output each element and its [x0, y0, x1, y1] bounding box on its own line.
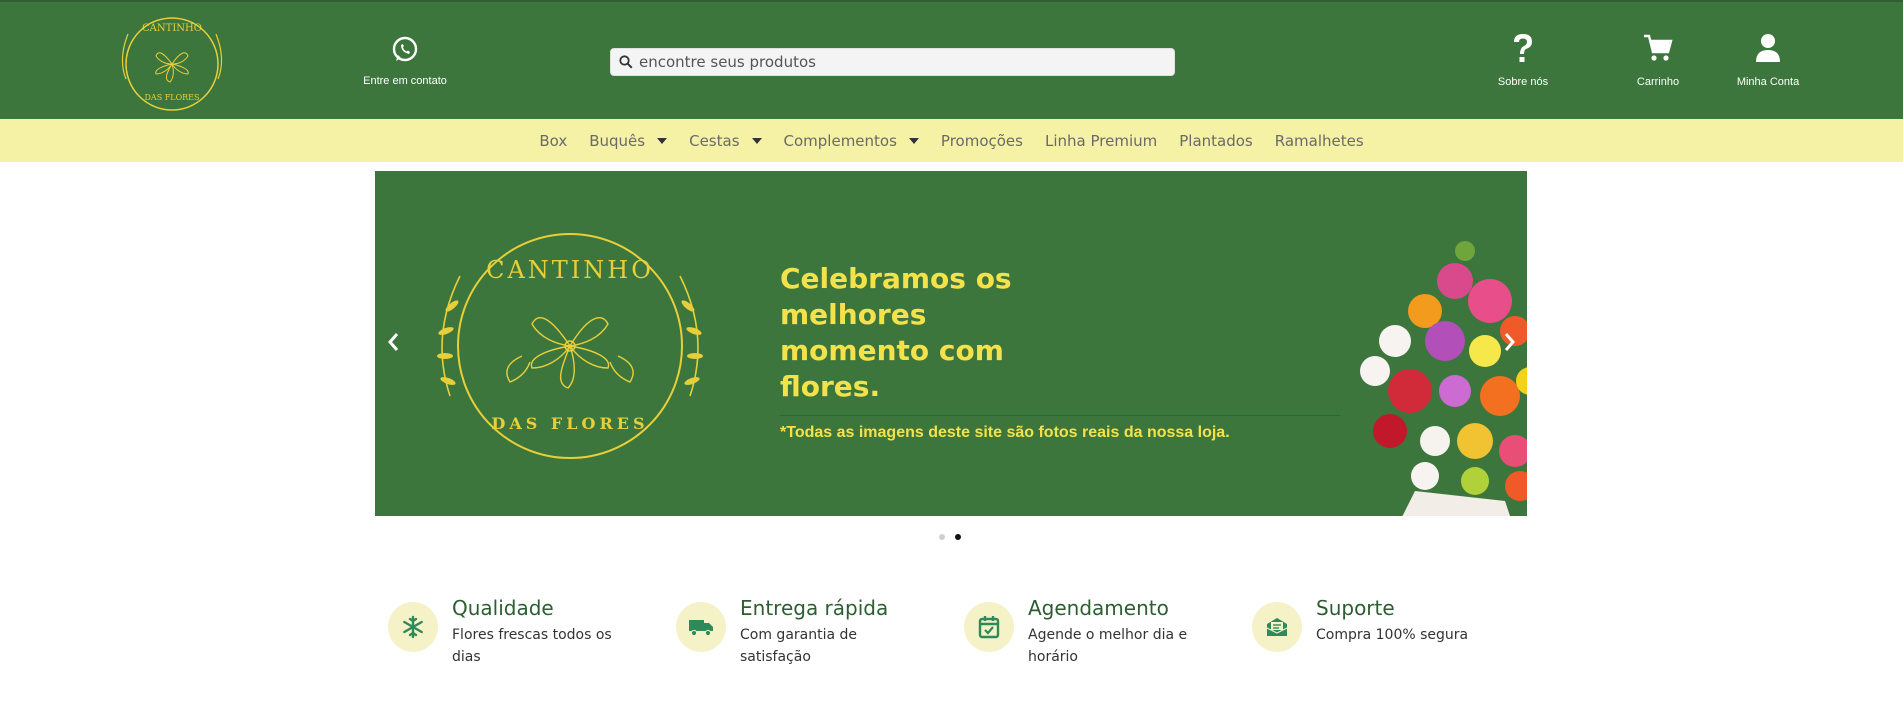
main-nav: Box Buquês Cestas Complementos Promoções…: [0, 119, 1903, 162]
feature-desc: Com garantia de satisfação: [740, 627, 858, 665]
nav-item-box[interactable]: Box: [528, 132, 578, 150]
nav-item-ramalhetes[interactable]: Ramalhetes: [1264, 132, 1375, 150]
feature-desc: Compra 100% segura: [1316, 627, 1469, 643]
account-label: Minha Conta: [1736, 76, 1800, 88]
feature-title: Qualidade: [452, 596, 554, 620]
carousel-next-button[interactable]: [1502, 328, 1518, 362]
envelope-icon: [1266, 618, 1288, 636]
contact-link[interactable]: Entre em contato: [355, 35, 455, 88]
cart-link[interactable]: Carrinho: [1628, 32, 1688, 89]
headline-line: momento com: [780, 334, 1004, 367]
bouquet-image: [1275, 231, 1527, 516]
nav-item-label: Complementos: [783, 131, 897, 150]
headline-line: melhores: [780, 298, 927, 331]
feature-desc: Agende o melhor dia e horário: [1028, 627, 1188, 665]
caret-down-icon: [751, 137, 762, 144]
whatsapp-icon: [390, 35, 420, 65]
cart-label: Carrinho: [1636, 76, 1680, 88]
about-label: Sobre nós: [1497, 76, 1549, 88]
nav-item-complementos[interactable]: Complementos: [773, 132, 930, 150]
banner-logo: CANTINHO DAS FLORES: [430, 216, 720, 476]
question-icon: [1493, 32, 1553, 66]
feature-icon-circle: [676, 602, 726, 652]
search-input[interactable]: [639, 53, 1159, 71]
banner-divider: [780, 415, 1340, 416]
nav-item-label: Box: [539, 131, 568, 150]
nav-item-label: Promoções: [940, 131, 1023, 150]
nav-item-linha-premium[interactable]: Linha Premium: [1034, 132, 1168, 150]
truck-icon: [689, 620, 713, 637]
about-link[interactable]: Sobre nós: [1493, 32, 1553, 89]
user-icon: [1728, 32, 1808, 66]
nav-item-plantados[interactable]: Plantados: [1168, 132, 1264, 150]
site-logo[interactable]: CANTINHO DAS FLORES: [108, 4, 236, 122]
caret-down-icon: [908, 137, 919, 144]
carousel-dot-2[interactable]: [955, 534, 961, 540]
search-bar[interactable]: [610, 48, 1175, 76]
site-header: CANTINHO DAS FLORES Entre em contato S: [0, 0, 1903, 119]
search-icon: [619, 55, 633, 69]
feature-title: Suporte: [1316, 596, 1395, 620]
nav-item-label: Ramalhetes: [1274, 131, 1364, 150]
nav-item-label: Buquês: [589, 131, 646, 150]
cart-icon: [1628, 32, 1688, 66]
banner-logo-top-text: CANTINHO: [486, 256, 654, 284]
headline-line: Celebramos os: [780, 262, 1012, 295]
feature-icon-circle: [964, 602, 1014, 652]
banner-logo-bottom-text: DAS FLORES: [491, 414, 648, 433]
nav-item-cestas[interactable]: Cestas: [678, 132, 772, 150]
feature-desc: Flores frescas todos os dias: [452, 627, 612, 665]
banner-disclaimer: *Todas as imagens deste site são fotos r…: [780, 424, 1230, 441]
nav-item-label: Plantados: [1179, 131, 1253, 150]
hero-banner: CANTINHO DAS FLORES Celebramos os melhor…: [375, 171, 1527, 516]
chevron-right-icon: [1504, 333, 1515, 351]
account-link[interactable]: Minha Conta: [1728, 32, 1808, 89]
contact-label: Entre em contato: [363, 75, 447, 87]
nav-item-label: Linha Premium: [1044, 131, 1158, 150]
chevron-left-icon: [388, 333, 399, 351]
carousel-dot-1[interactable]: [939, 534, 945, 540]
feature-icon-circle: [388, 602, 438, 652]
banner-headline: Celebramos os melhores momento com flore…: [780, 261, 1040, 405]
headline-line: flores.: [780, 370, 881, 403]
nav-item-promocoes[interactable]: Promoções: [930, 132, 1034, 150]
feature-title: Entrega rápida: [740, 596, 889, 620]
logo-bottom-text: DAS FLORES: [145, 93, 200, 102]
carousel-dots: [939, 534, 961, 540]
nav-item-label: Cestas: [689, 131, 740, 150]
calendar-check-icon: [978, 616, 1000, 639]
carousel-prev-button[interactable]: [385, 328, 401, 362]
feature-icon-circle: [1252, 602, 1302, 652]
nav-item-buques[interactable]: Buquês: [578, 132, 678, 150]
caret-down-icon: [657, 137, 668, 144]
feature-title: Agendamento: [1028, 596, 1169, 620]
logo-top-text: CANTINHO: [142, 23, 202, 34]
snowflake-icon: [403, 615, 423, 639]
